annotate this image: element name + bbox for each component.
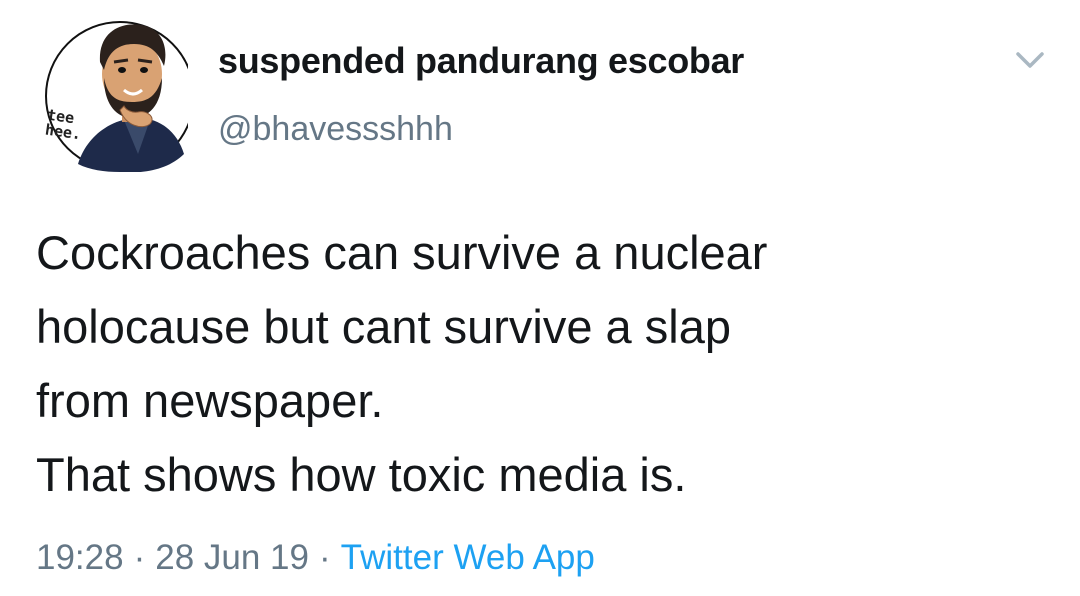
meta-separator: · [133, 538, 146, 577]
tweet-meta: 19:28 · 28 Jun 19 · Twitter Web App [36, 538, 595, 578]
tweet-text-line: Cockroaches can survive a nuclear [36, 226, 768, 279]
tweet-text-line: from newspaper. [36, 374, 384, 427]
tweet-text: Cockroaches can survive a nuclear holoca… [36, 216, 1046, 512]
tweet-time[interactable]: 19:28 [36, 538, 124, 577]
tweet-text-line: holocause but cant survive a slap [36, 300, 731, 353]
user-handle[interactable]: @bhavessshhh [218, 110, 453, 149]
chevron-down-icon[interactable] [1012, 48, 1048, 72]
tweet-source-link[interactable]: Twitter Web App [341, 538, 595, 577]
avatar[interactable] [38, 14, 188, 172]
tweet-date[interactable]: 28 Jun 19 [155, 538, 309, 577]
tweet-text-line: That shows how toxic media is. [36, 448, 687, 501]
display-name[interactable]: suspended pandurang escobar [218, 40, 744, 82]
meta-separator: · [319, 538, 331, 577]
bitmoji-avatar-icon [45, 21, 188, 172]
avatar-caption: tee hee. [43, 105, 83, 144]
tweet-card: tee hee. suspended pandurang escobar @bh… [0, 0, 1080, 596]
